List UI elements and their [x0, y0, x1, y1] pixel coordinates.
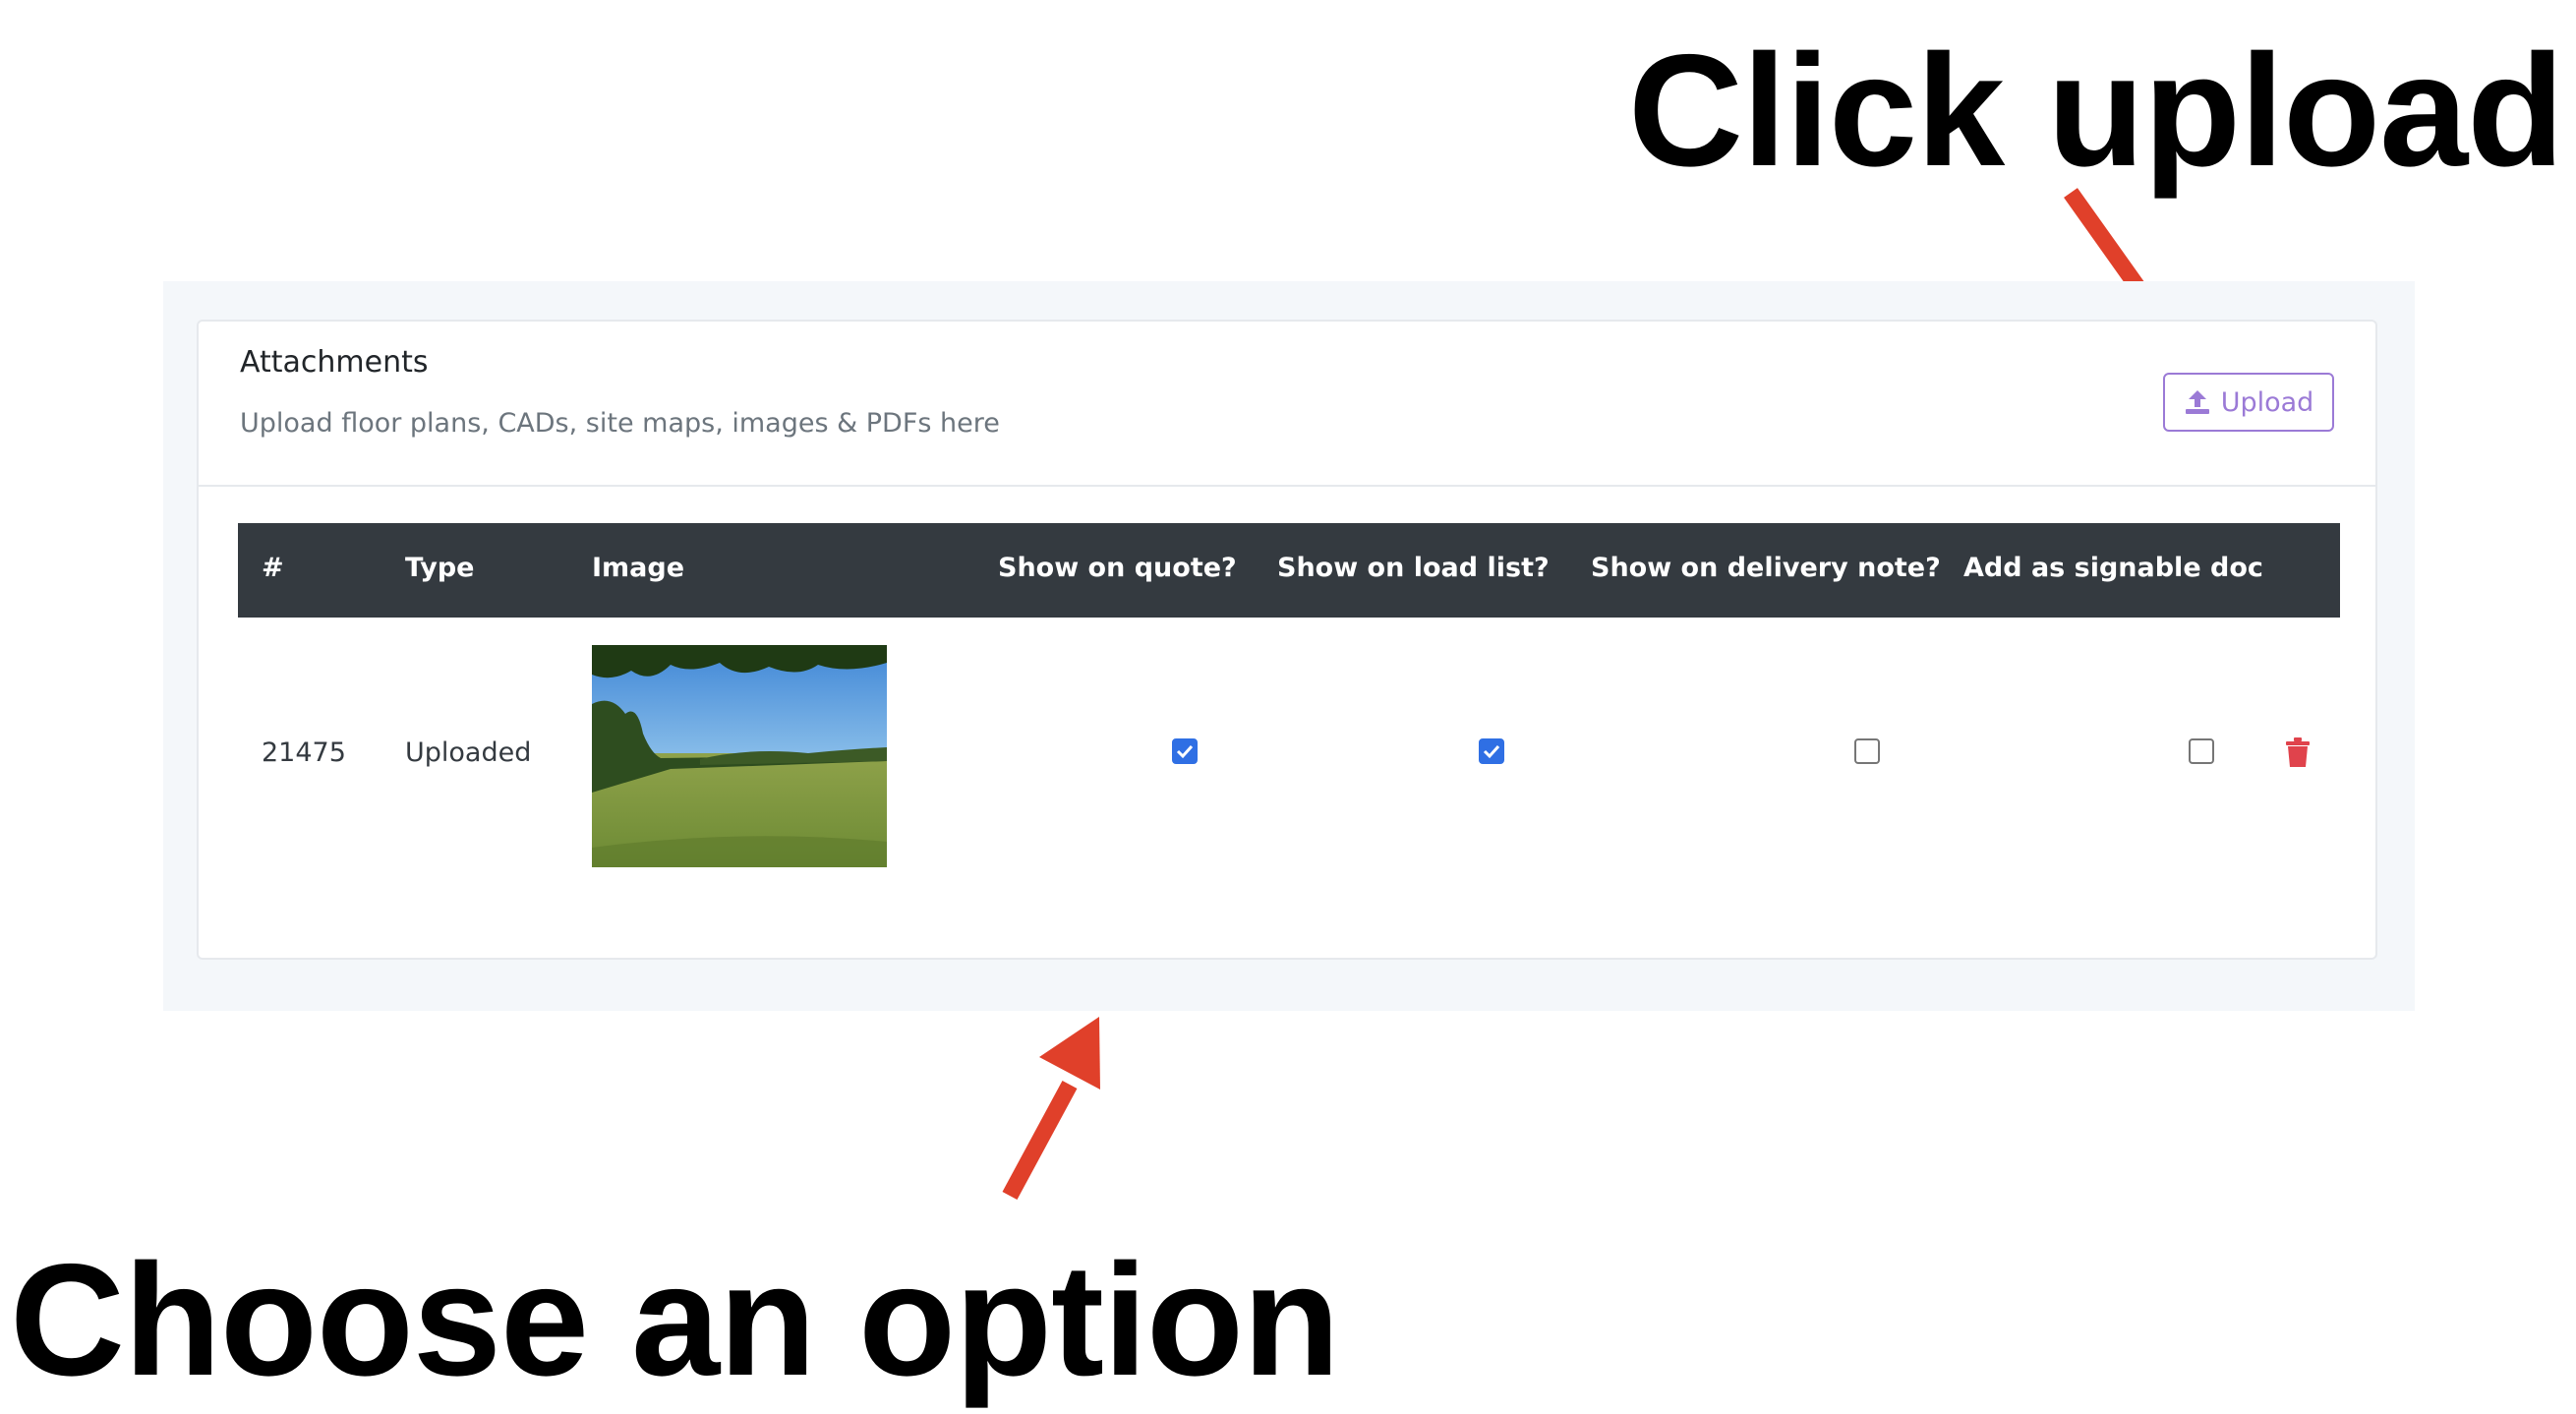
- table-header: # Type Image Show on quote? Show on load…: [238, 523, 2340, 618]
- header-image: Image: [592, 553, 685, 583]
- cell-id: 21475: [262, 737, 346, 768]
- header-add-as-signable-doc: Add as signable doc: [1963, 553, 2263, 583]
- cell-type: Uploaded: [405, 737, 532, 768]
- checkbox-add-as-signable-doc[interactable]: [2189, 738, 2214, 764]
- attachment-thumbnail[interactable]: [592, 645, 887, 867]
- header-id: #: [262, 553, 284, 583]
- card-header: Attachments Upload floor plans, CADs, si…: [199, 322, 2375, 487]
- upload-button-label: Upload: [2220, 386, 2314, 418]
- card-subtitle: Upload floor plans, CADs, site maps, ima…: [240, 408, 1000, 439]
- upload-button[interactable]: Upload: [2163, 373, 2334, 432]
- trash-icon[interactable]: [2285, 737, 2311, 767]
- attachments-card: Attachments Upload floor plans, CADs, si…: [197, 320, 2377, 960]
- header-show-on-delivery-note: Show on delivery note?: [1591, 553, 1941, 583]
- upload-icon: [2184, 388, 2211, 416]
- annotation-choose-option: Choose an option: [10, 1231, 1340, 1409]
- card-title: Attachments: [240, 345, 429, 380]
- checkbox-show-on-load-list[interactable]: [1479, 738, 1504, 764]
- table-row: 21475 Uploaded: [238, 619, 2340, 867]
- header-show-on-load-list: Show on load list?: [1277, 553, 1550, 583]
- annotation-click-upload: Click upload: [1628, 22, 2564, 200]
- arrow-to-table: [1002, 1017, 1100, 1201]
- checkbox-show-on-delivery-note[interactable]: [1854, 738, 1880, 764]
- header-type: Type: [405, 553, 475, 583]
- checkbox-show-on-quote[interactable]: [1172, 738, 1198, 764]
- header-show-on-quote: Show on quote?: [998, 553, 1237, 583]
